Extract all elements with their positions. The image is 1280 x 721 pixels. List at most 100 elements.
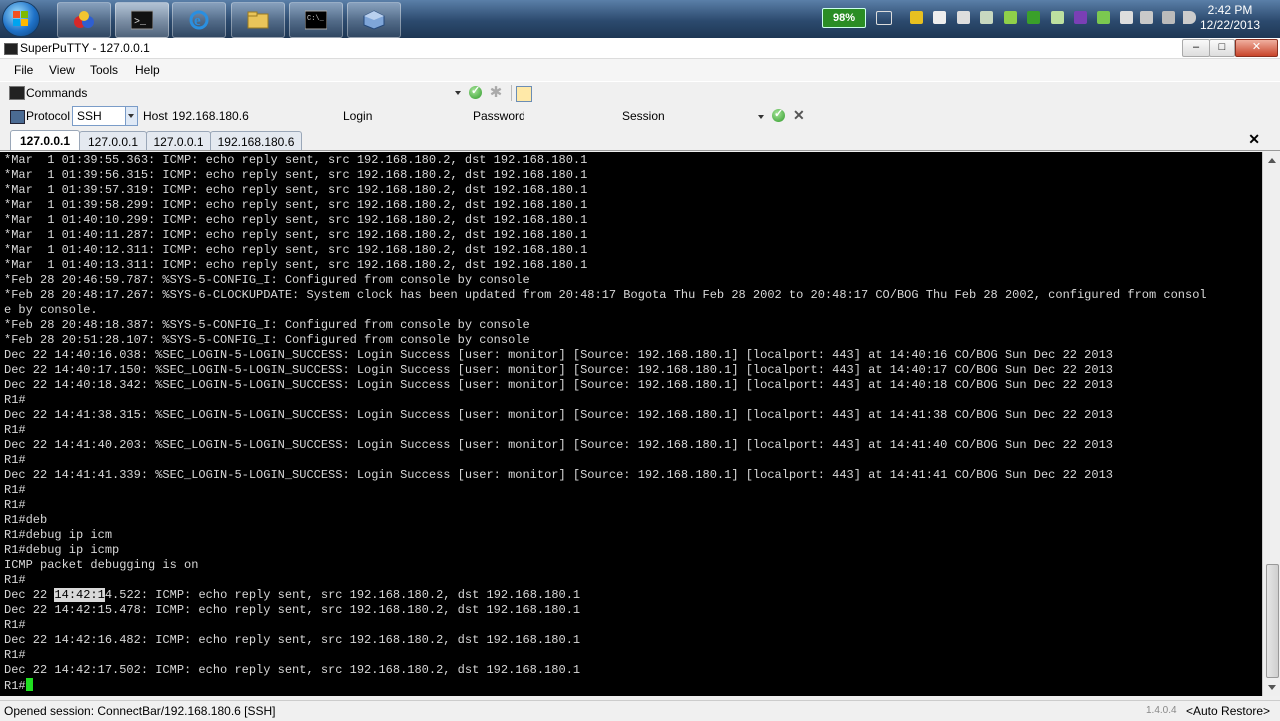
text-selection: 14:42:1 (54, 588, 105, 602)
taskbar-color-app[interactable] (57, 2, 111, 38)
terminal-scrollbar[interactable] (1262, 152, 1280, 696)
terminal-line: *Mar 1 01:39:57.319: ICMP: echo reply se… (4, 183, 588, 197)
taskbar-virtualbox[interactable] (347, 2, 401, 38)
terminal-line: *Feb 28 20:48:17.267: %SYS-6-CLOCKUPDATE… (4, 288, 1207, 302)
terminal-line: R1# (4, 453, 26, 467)
terminal-line: *Mar 1 01:39:55.363: ICMP: echo reply se… (4, 153, 588, 167)
minimize-icon: – (1192, 41, 1200, 53)
menu-file[interactable]: File (14, 63, 33, 77)
clear-connection-button[interactable]: ✕ (793, 107, 805, 124)
tray-app-icon[interactable] (980, 11, 993, 24)
status-bar: Opened session: ConnectBar/192.168.180.6… (0, 700, 1280, 721)
edit-commands-icon[interactable] (516, 86, 532, 102)
svg-text:e: e (194, 13, 201, 29)
taskbar-console-app[interactable]: C:\_ (289, 2, 343, 38)
scroll-up-icon[interactable] (1268, 158, 1276, 163)
scrollbar-thumb[interactable] (1266, 564, 1279, 678)
close-icon: ✕ (1251, 41, 1262, 53)
connect-button[interactable] (772, 107, 785, 122)
terminal-line: R1# (4, 678, 1207, 693)
network-icon[interactable] (1162, 11, 1175, 24)
maximize-button[interactable]: □ (1209, 39, 1235, 57)
terminal-line-selected: Dec 22 14:42:14.522: ICMP: echo reply se… (4, 588, 1207, 603)
tray-app-icon[interactable] (957, 11, 970, 24)
protocol-value: SSH (77, 109, 102, 123)
terminal-line: Dec 22 14:42:15.478: ICMP: echo reply se… (4, 603, 581, 617)
menu-tools[interactable]: Tools (90, 63, 118, 77)
chevron-down-icon[interactable] (455, 91, 461, 95)
scroll-down-icon[interactable] (1268, 685, 1276, 690)
taskbar-command-prompt[interactable]: >_ (115, 2, 169, 38)
power-plug-icon (876, 11, 892, 25)
menu-view[interactable]: View (49, 63, 75, 77)
login-field[interactable] (376, 106, 472, 124)
protocol-dropdown-button[interactable] (125, 107, 137, 125)
terminal-line: *Feb 28 20:51:28.107: %SYS-5-CONFIG_I: C… (4, 333, 530, 347)
line-suffix: 4.522: ICMP: echo reply sent, src 192.16… (104, 588, 581, 602)
tab-label: 127.0.0.1 (87, 135, 139, 149)
tab-session-2[interactable]: 127.0.0.1 (79, 131, 147, 150)
protocol-select[interactable]: SSH (72, 106, 138, 126)
auto-restore-label[interactable]: <Auto Restore> (1186, 704, 1270, 718)
session-tabs: 127.0.0.1 127.0.0.1 127.0.0.1 192.168.18… (0, 128, 1280, 151)
tab-session-4[interactable]: 192.168.180.6 (210, 131, 302, 150)
svg-text:>_: >_ (134, 17, 147, 28)
taskbar-clock[interactable]: 2:42 PM 12/22/2013 (1194, 3, 1266, 33)
terminal-line: *Mar 1 01:40:11.287: ICMP: echo reply se… (4, 228, 588, 242)
flag-icon[interactable] (1120, 11, 1133, 24)
network-icon (10, 110, 25, 124)
line-prefix: Dec 22 (4, 588, 55, 602)
commands-combobox[interactable] (4, 83, 466, 101)
tray-app-icon[interactable] (1004, 11, 1017, 24)
tray-app-icon[interactable] (1097, 11, 1110, 24)
taskbar-file-explorer[interactable] (231, 2, 285, 38)
window-titlebar: SuperPuTTY - 127.0.0.1 – □ ✕ (0, 38, 1280, 59)
terminal-line: R1# (4, 423, 26, 437)
minimize-button[interactable]: – (1182, 39, 1210, 57)
tab-session-3[interactable]: 127.0.0.1 (146, 131, 211, 150)
tray-app-icon[interactable] (933, 11, 946, 24)
svg-text:C:\_: C:\_ (307, 15, 325, 23)
taskbar-internet-explorer[interactable]: e (172, 2, 226, 38)
protocol-label: Protocol (26, 109, 71, 123)
terminal-line: *Feb 28 20:46:59.787: %SYS-5-CONFIG_I: C… (4, 273, 530, 287)
terminal-line: R1#debug ip icmp (4, 543, 120, 557)
send-command-button[interactable] (469, 84, 482, 99)
terminal-lines: *Mar 1 01:39:55.363: ICMP: echo reply se… (4, 153, 1207, 693)
tab-session-1[interactable]: 127.0.0.1 (10, 130, 80, 150)
windows-logo-icon (13, 11, 29, 27)
terminal-line: *Feb 28 20:48:18.387: %SYS-5-CONFIG_I: C… (4, 318, 530, 332)
terminal-line: R1# (4, 498, 26, 512)
onenote-icon[interactable] (1074, 11, 1087, 24)
password-label: Password (473, 109, 526, 123)
terminal-output[interactable]: *Mar 1 01:39:55.363: ICMP: echo reply se… (0, 152, 1262, 696)
close-tab-icon[interactable]: ✕ (1248, 131, 1260, 148)
session-combobox[interactable] (666, 106, 772, 124)
menu-help[interactable]: Help (135, 63, 160, 77)
window-title: SuperPuTTY - 127.0.0.1 (20, 41, 150, 55)
clock-time: 2:42 PM (1207, 3, 1253, 17)
tray-app-icon[interactable] (1051, 11, 1064, 24)
tray-app-icon[interactable] (1027, 11, 1040, 24)
windows-taskbar: >_ e C:\_ 98% 2:42 PM 12/22/2013 (0, 0, 1280, 38)
password-field[interactable] (524, 106, 620, 124)
close-button[interactable]: ✕ (1235, 39, 1278, 57)
gear-icon[interactable]: ✱ (489, 85, 503, 100)
terminal-line: *Mar 1 01:40:10.299: ICMP: echo reply se… (4, 213, 588, 227)
menu-bar: File View Tools Help (0, 59, 1280, 81)
terminal-line: e by console. (4, 303, 98, 317)
terminal-line: *Mar 1 01:39:58.299: ICMP: echo reply se… (4, 198, 588, 212)
tray-app-icon[interactable] (1140, 11, 1153, 24)
chevron-down-icon (128, 114, 134, 118)
terminal-line: R1# (4, 393, 26, 407)
commands-bar: Commands ✱ (0, 81, 1280, 104)
chevron-down-icon[interactable] (758, 115, 764, 119)
battery-indicator[interactable]: 98% (822, 8, 866, 28)
tab-label: 127.0.0.1 (19, 134, 71, 148)
tray-notify-icon[interactable] (910, 11, 923, 24)
terminal-cursor (25, 678, 33, 691)
folder-icon (247, 10, 269, 30)
host-field[interactable]: 192.168.180.6 (172, 109, 249, 123)
start-button[interactable] (3, 2, 39, 36)
terminal-line: R1#deb (4, 513, 48, 527)
